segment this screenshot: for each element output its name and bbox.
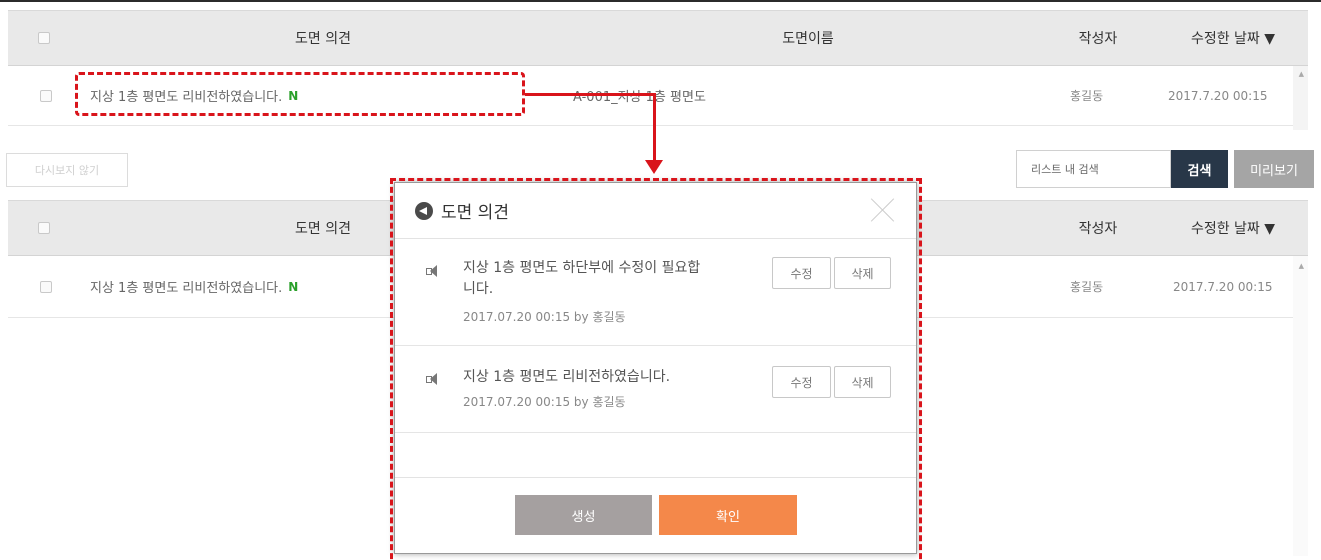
annotation-highlight-box <box>75 72 525 116</box>
row-author: 홍길동 <box>1070 280 1104 294</box>
section-gap <box>0 130 1321 146</box>
select-all-checkbox[interactable] <box>38 222 50 234</box>
dont-show-again-button[interactable]: 다시보지 않기 <box>6 153 128 187</box>
header-drawing-name[interactable]: 도면이름 <box>728 11 888 65</box>
annotation-modal-highlight-box <box>390 178 922 560</box>
row-checkbox[interactable] <box>40 280 52 293</box>
row-author: 홍길동 <box>1070 89 1104 103</box>
list-search-input[interactable]: 리스트 내 검색 <box>1016 150 1171 188</box>
header-modified-date[interactable]: 수정한 날짜 ▼ <box>1168 11 1298 65</box>
search-button[interactable]: 검색 <box>1171 150 1228 188</box>
header-comment[interactable]: 도면 의견 <box>238 11 408 65</box>
scroll-up-arrow-icon[interactable]: ▲ <box>1299 70 1304 78</box>
header-checkbox-cell <box>38 201 50 255</box>
top-border <box>0 0 1321 2</box>
row-comment: 지상 1층 평면도 리비전하였습니다. <box>90 281 283 296</box>
preview-button[interactable]: 미리보기 <box>1234 150 1314 188</box>
row-date: 2017.7.20 00:15 <box>1168 88 1268 103</box>
row-comment-cell[interactable]: 지상 1층 평면도 리비전하였습니다. N <box>90 256 298 317</box>
annotation-arrow-vertical <box>653 93 656 163</box>
table-header: 도면 의견 도면이름 작성자 수정한 날짜 ▼ <box>8 10 1308 66</box>
annotation-arrow-head-icon <box>645 160 663 174</box>
select-all-checkbox[interactable] <box>38 32 50 44</box>
header-author[interactable]: 작성자 <box>1053 11 1143 65</box>
header-checkbox-cell <box>38 11 50 65</box>
header-modified-date[interactable]: 수정한 날짜 ▼ <box>1168 201 1298 255</box>
scrollbar[interactable]: ▲ <box>1293 66 1308 130</box>
annotation-arrow-horizontal <box>525 93 656 96</box>
scroll-up-arrow-icon[interactable]: ▲ <box>1299 262 1304 270</box>
row-checkbox-cell <box>40 256 52 317</box>
row-checkbox-cell <box>40 66 52 125</box>
scrollbar[interactable]: ▲ <box>1293 256 1308 556</box>
header-author[interactable]: 작성자 <box>1053 201 1143 255</box>
row-date: 2017.7.20 00:15 <box>1173 279 1273 294</box>
row-checkbox[interactable] <box>40 89 52 102</box>
new-badge: N <box>288 279 299 294</box>
header-comment[interactable]: 도면 의견 <box>238 201 408 255</box>
